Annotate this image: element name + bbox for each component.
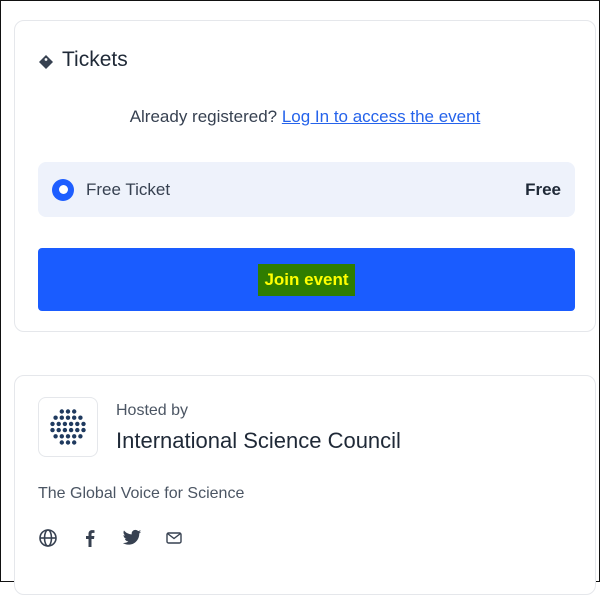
logo-dot: [50, 421, 55, 427]
hosted-by-label: Hosted by: [116, 402, 189, 419]
twitter-icon[interactable]: [122, 528, 142, 548]
tag-icon: [38, 52, 54, 69]
logo-dot: [65, 440, 71, 445]
logo-dot: [59, 440, 64, 445]
logo-dot: [65, 409, 71, 414]
ticket-option-free[interactable]: Free Ticket Free: [38, 162, 575, 217]
logo-dot: [75, 421, 80, 427]
logo-dot: [81, 421, 86, 427]
page-frame: Tickets Already registered? Log In to ac…: [0, 0, 600, 595]
facebook-icon[interactable]: [80, 528, 100, 548]
login-link[interactable]: Log In to access the event: [282, 107, 480, 126]
join-event-label: Join event: [258, 263, 355, 296]
logo-dot: [59, 409, 64, 414]
logo-dot: [56, 427, 61, 433]
logo-dot: [62, 427, 68, 433]
logo-dot: [72, 440, 77, 445]
logo-dot: [59, 415, 64, 420]
host-name[interactable]: International Science Council: [116, 428, 401, 454]
ticket-name: Free Ticket: [86, 179, 171, 199]
logo-dot: [53, 434, 58, 439]
registered-prompt: Already registered?: [129, 107, 278, 126]
logo-dot: [72, 434, 77, 439]
email-icon[interactable]: [164, 528, 184, 548]
logo-dot: [53, 415, 58, 420]
host-logo-dots: [50, 409, 86, 445]
logo-dot: [81, 427, 86, 433]
tickets-heading: Tickets: [38, 48, 128, 72]
join-event-button[interactable]: Join event: [38, 248, 575, 311]
logo-dot: [68, 421, 74, 427]
logo-dot: [75, 427, 80, 433]
logo-dot: [78, 434, 83, 439]
ticket-radio[interactable]: [52, 178, 74, 201]
registered-line: Already registered? Log In to access the…: [15, 107, 595, 127]
logo-dot: [56, 421, 61, 427]
host-logo: [38, 397, 98, 457]
host-card: Hosted by International Science Council …: [14, 375, 596, 595]
tickets-title: Tickets: [62, 48, 128, 71]
globe-icon[interactable]: [38, 528, 58, 548]
radio-selected-dot: [58, 185, 68, 194]
social-links: [38, 528, 184, 548]
tickets-card: Tickets Already registered? Log In to ac…: [14, 20, 596, 332]
logo-dot: [65, 434, 71, 439]
logo-dot: [72, 409, 77, 414]
logo-dot: [59, 434, 64, 439]
host-tagline: The Global Voice for Science: [38, 485, 245, 502]
logo-dot: [72, 415, 77, 420]
ticket-price: Free: [525, 179, 561, 199]
logo-dot: [68, 427, 74, 433]
logo-dot: [78, 415, 83, 420]
logo-dot: [50, 427, 55, 433]
logo-dot: [62, 421, 68, 427]
logo-dot: [65, 415, 71, 420]
